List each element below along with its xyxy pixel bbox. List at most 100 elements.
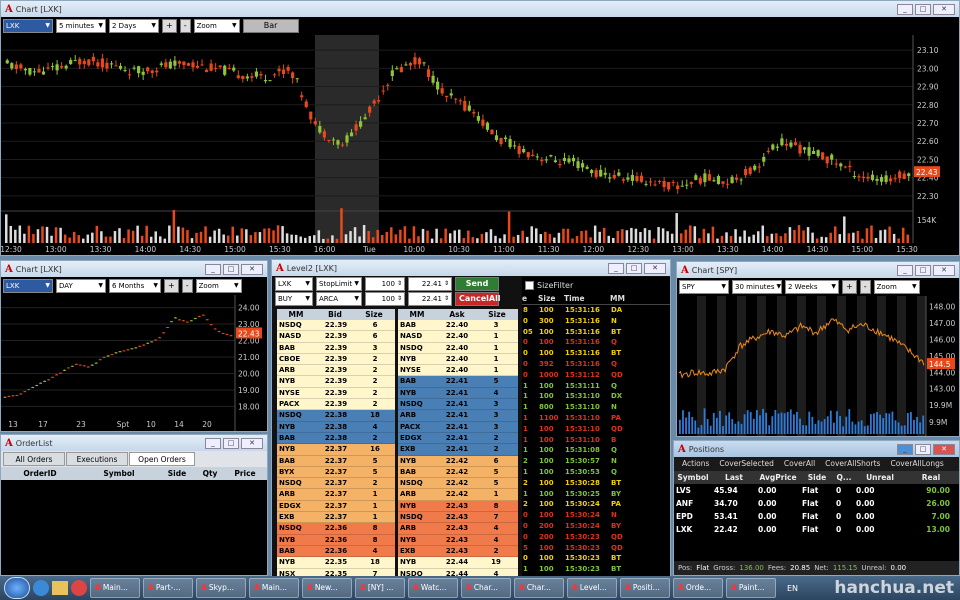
- ask-row[interactable]: EXB 22.43 2: [398, 545, 518, 558]
- cancel-all-button[interactable]: CancelAll: [455, 292, 501, 306]
- tab-executions[interactable]: Executions: [66, 452, 128, 466]
- price-stepper[interactable]: 22.41 ⇕: [408, 277, 452, 291]
- bid-row[interactable]: NYB 22.36 8: [277, 534, 395, 546]
- ask-row[interactable]: NYB 22.42 6: [398, 455, 518, 467]
- col-last[interactable]: Last: [712, 471, 756, 484]
- zoom-in-button[interactable]: +: [842, 280, 857, 294]
- ask-row[interactable]: NYB 22.41 4: [398, 387, 518, 400]
- bid-row[interactable]: NSDQ 22.36 8: [277, 523, 395, 535]
- maximize-icon[interactable]: □: [915, 264, 931, 276]
- bid-row[interactable]: NASD 22.39 6: [277, 331, 395, 343]
- col-real[interactable]: Real: [906, 471, 956, 484]
- maximize-icon[interactable]: □: [915, 443, 931, 455]
- bid-row[interactable]: NYB 22.35 18: [277, 557, 395, 569]
- zoom-out-button[interactable]: -: [181, 279, 193, 293]
- zoom-select[interactable]: Zoom ▼: [195, 279, 242, 293]
- minimize-icon[interactable]: _: [897, 264, 913, 276]
- main-chart-titlebar[interactable]: A Chart [LXK] _ □ ✕: [1, 1, 959, 17]
- zoom-out-button[interactable]: -: [179, 19, 191, 33]
- taskbar-item[interactable]: A Main...: [90, 578, 140, 598]
- ask-row[interactable]: ARB 22.43 4: [398, 523, 518, 535]
- position-row[interactable]: ANF 34.70 0.00 Flat 0 0.00 26.00: [674, 497, 959, 510]
- ask-row[interactable]: BAB 22.41 5: [398, 376, 518, 388]
- menu-actions[interactable]: Actions: [682, 457, 709, 471]
- route-select[interactable]: ARCA ▼: [316, 292, 362, 306]
- ask-row[interactable]: ARB 22.41 3: [398, 410, 518, 422]
- ask-row[interactable]: NSDQ 22.43 7: [398, 512, 518, 524]
- folder-icon[interactable]: [52, 581, 68, 595]
- start-button[interactable]: [4, 577, 30, 599]
- main-price-chart[interactable]: 23.1023.0022.9022.8022.7022.6022.5022.40…: [1, 35, 959, 255]
- ask-row[interactable]: ARB 22.42 1: [398, 489, 518, 501]
- ask-row[interactable]: NYSE 22.40 1: [398, 365, 518, 377]
- zoom-in-button[interactable]: +: [164, 279, 179, 293]
- close-icon[interactable]: ✕: [241, 263, 263, 275]
- level2-titlebar[interactable]: A Level2 [LXK] _ □ ✕: [272, 260, 670, 276]
- range-select[interactable]: 6 Months ▼: [109, 279, 161, 293]
- ask-row[interactable]: NYB 22.40 1: [398, 353, 518, 366]
- side-select[interactable]: BUY ▼: [275, 292, 313, 306]
- minimize-icon[interactable]: _: [897, 3, 913, 15]
- col-qty[interactable]: Qty: [195, 467, 225, 480]
- bid-row[interactable]: NSDQ 22.37 2: [277, 478, 395, 490]
- col-orderid[interactable]: OrderID: [1, 467, 79, 480]
- bid-row[interactable]: BYX 22.37 5: [277, 466, 395, 479]
- maximize-icon[interactable]: □: [915, 3, 931, 15]
- quantity-stepper-2[interactable]: 100 ⇕: [365, 292, 405, 306]
- bid-row[interactable]: ARB 22.39 2: [277, 365, 395, 377]
- taskbar-item[interactable]: A Char...: [461, 578, 511, 598]
- spy-chart-titlebar[interactable]: A Chart [SPY] _ □ ✕: [677, 262, 959, 278]
- bid-row[interactable]: BAB 22.39 3: [277, 342, 395, 354]
- bid-row[interactable]: NYB 22.39 2: [277, 376, 395, 388]
- symbol-select[interactable]: LXK ▼: [3, 19, 53, 33]
- tab-all-orders[interactable]: All Orders: [3, 452, 65, 466]
- taskbar-item[interactable]: A Level...: [567, 578, 617, 598]
- bid-row[interactable]: BAB 22.38 2: [277, 432, 395, 445]
- ask-row[interactable]: EXB 22.41 2: [398, 444, 518, 456]
- tab-open-orders[interactable]: Open Orders: [129, 452, 195, 466]
- position-row[interactable]: LVS 45.94 0.00 Flat 0 0.00 90.00: [674, 484, 959, 497]
- minimize-icon[interactable]: _: [608, 262, 624, 274]
- zoom-out-button[interactable]: -: [859, 280, 871, 294]
- range-select[interactable]: 2 Days ▼: [109, 19, 159, 33]
- minimize-icon[interactable]: _: [897, 443, 913, 455]
- ask-row[interactable]: NYB 22.44 19: [398, 557, 518, 569]
- bid-row[interactable]: PACX 22.39 2: [277, 399, 395, 411]
- bid-row[interactable]: EDGX 22.37 1: [277, 500, 395, 513]
- media-icon[interactable]: [71, 580, 87, 596]
- close-icon[interactable]: ✕: [933, 3, 955, 15]
- bid-row[interactable]: CBOE 22.39 2: [277, 353, 395, 366]
- bar-style-button[interactable]: Bar: [242, 19, 299, 33]
- taskbar-item[interactable]: A Positi...: [620, 578, 670, 598]
- menu-cover-all-shorts[interactable]: CoverAllShorts: [825, 457, 880, 471]
- range-select[interactable]: 2 Weeks ▼: [785, 280, 839, 294]
- menu-cover-all-longs[interactable]: CoverAllLongs: [890, 457, 943, 471]
- bid-row[interactable]: BAB 22.37 5: [277, 455, 395, 467]
- bid-row[interactable]: BAB 22.36 4: [277, 545, 395, 558]
- col-unreal[interactable]: Unreal: [854, 471, 906, 484]
- ie-icon[interactable]: [33, 580, 49, 596]
- ask-row[interactable]: NYB 22.43 4: [398, 534, 518, 546]
- ask-row[interactable]: NYB 22.43 8: [398, 500, 518, 513]
- taskbar-item[interactable]: A Skyp...: [196, 578, 246, 598]
- taskbar-item[interactable]: A Main...: [249, 578, 299, 598]
- maximize-icon[interactable]: □: [626, 262, 642, 274]
- col-side[interactable]: Side: [159, 467, 195, 480]
- ask-row[interactable]: NSDQ 22.41 3: [398, 399, 518, 411]
- col-symbol[interactable]: Symbol: [79, 467, 159, 480]
- taskbar-item[interactable]: A New...: [302, 578, 352, 598]
- ask-row[interactable]: PACX 22.41 3: [398, 421, 518, 433]
- maximize-icon[interactable]: □: [223, 263, 239, 275]
- ask-row[interactable]: NASD 22.40 1: [398, 331, 518, 343]
- spy-price-chart[interactable]: 148.00147.00146.00145.00144.00143.00144.…: [677, 296, 959, 436]
- taskbar-item[interactable]: A Part-...: [143, 578, 193, 598]
- interval-select[interactable]: 5 minutes ▼: [56, 19, 106, 33]
- minimize-icon[interactable]: _: [205, 437, 221, 449]
- close-icon[interactable]: ✕: [933, 443, 955, 455]
- col-side[interactable]: Side: [800, 471, 834, 484]
- bid-row[interactable]: NSDQ 22.39 6: [277, 320, 395, 332]
- zoom-select[interactable]: Zoom ▼: [193, 19, 240, 33]
- ask-row[interactable]: NSDQ 22.42 5: [398, 478, 518, 490]
- bid-row[interactable]: NYB 22.37 16: [277, 444, 395, 456]
- menu-cover-selected[interactable]: CoverSelected: [719, 457, 773, 471]
